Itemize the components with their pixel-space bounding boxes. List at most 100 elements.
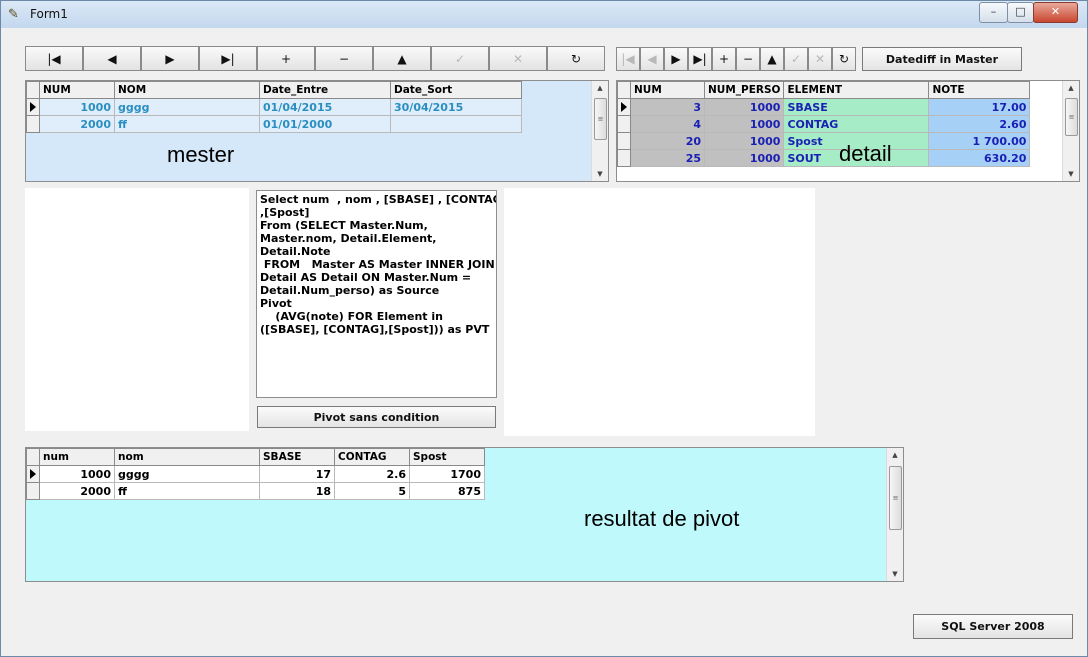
nav-delete-button[interactable]: −	[736, 47, 760, 71]
cell-spost[interactable]: 875	[409, 482, 485, 500]
cell-note[interactable]: 2.60	[928, 115, 1031, 133]
cell-num[interactable]: 4	[630, 115, 705, 133]
master-grid[interactable]: NUM NOM Date_Entre Date_Sort 1000 gggg 01/…	[25, 80, 609, 182]
cell-nom[interactable]: ff	[114, 115, 260, 133]
column-header[interactable]: NOTE	[928, 81, 1031, 99]
scroll-up-arrow[interactable]: ▲	[1063, 81, 1079, 95]
pivot-sans-condition-button[interactable]: Pivot sans condition	[257, 406, 496, 428]
close-button[interactable]: ✕	[1033, 2, 1078, 23]
row-indicator[interactable]	[26, 98, 40, 116]
row-indicator[interactable]	[26, 482, 40, 500]
result-vertical-scrollbar[interactable]: ▲ ≡ ▼	[886, 448, 903, 581]
cell-nom[interactable]: gggg	[114, 465, 260, 483]
nav-first-button[interactable]: |◀	[616, 47, 640, 71]
table-row[interactable]: 20 1000 Spost 1 700.00	[617, 132, 1031, 150]
cell-num[interactable]: 25	[630, 149, 705, 167]
row-indicator[interactable]	[617, 115, 631, 133]
row-indicator[interactable]	[617, 132, 631, 150]
cell-element[interactable]: SBASE	[783, 98, 930, 116]
cell-num-perso[interactable]: 1000	[703, 115, 785, 133]
cell-note[interactable]: 630.20	[928, 149, 1031, 167]
cell-contag[interactable]: 2.6	[334, 465, 410, 483]
column-header[interactable]: SBASE	[259, 448, 335, 466]
scroll-thumb[interactable]: ≡	[889, 466, 902, 530]
row-indicator[interactable]	[26, 465, 40, 483]
nav-cancel-button[interactable]: ✕	[808, 47, 832, 71]
cell-date-sort[interactable]	[390, 115, 522, 133]
scroll-thumb[interactable]: ≡	[594, 98, 607, 140]
column-header[interactable]: ELEMENT	[783, 81, 930, 99]
detail-vertical-scrollbar[interactable]: ▲ ≡ ▼	[1062, 81, 1079, 181]
cell-num-perso[interactable]: 1000	[703, 149, 785, 167]
nav-edit-button[interactable]: ▲	[760, 47, 784, 71]
nav-refresh-button[interactable]: ↻	[547, 46, 605, 71]
row-indicator[interactable]	[26, 115, 40, 133]
table-row[interactable]: 1000 gggg 01/04/2015 30/04/2015	[26, 98, 522, 116]
column-header[interactable]: NOM	[114, 81, 260, 99]
column-header[interactable]: Spost	[409, 448, 485, 466]
pivot-result-grid[interactable]: num nom SBASE CONTAG Spost 1000 gggg 17 2.6…	[25, 447, 904, 582]
column-header[interactable]: NUM	[39, 81, 115, 99]
nav-first-button[interactable]: |◀	[25, 46, 83, 71]
nav-post-button[interactable]: ✓	[784, 47, 808, 71]
cell-sbase[interactable]: 17	[259, 465, 335, 483]
table-row[interactable]: 25 1000 SOUT 630.20	[617, 149, 1031, 167]
column-header[interactable]: NUM	[630, 81, 705, 99]
sql-query-memo[interactable]: Select num , nom , [SBASE] , [CONTAG] ,[S…	[256, 190, 497, 398]
nav-edit-button[interactable]: ▲	[373, 46, 431, 71]
nav-next-button[interactable]: ▶	[141, 46, 199, 71]
column-header[interactable]: CONTAG	[334, 448, 410, 466]
cell-num[interactable]: 20	[630, 132, 705, 150]
cell-num[interactable]: 1000	[39, 98, 115, 116]
sql-server-2008-button[interactable]: SQL Server 2008	[913, 614, 1073, 639]
nav-refresh-button[interactable]: ↻	[832, 47, 856, 71]
nav-delete-button[interactable]: −	[315, 46, 373, 71]
cell-num[interactable]: 2000	[39, 482, 115, 500]
maximize-button[interactable]: □	[1007, 2, 1034, 23]
cell-num[interactable]: 3	[630, 98, 705, 116]
cell-nom[interactable]: ff	[114, 482, 260, 500]
scroll-down-arrow[interactable]: ▼	[1063, 167, 1079, 181]
datediff-in-master-button[interactable]: Datediff in Master	[862, 47, 1022, 71]
nav-last-button[interactable]: ▶|	[688, 47, 712, 71]
scroll-up-arrow[interactable]: ▲	[887, 448, 903, 462]
cell-date-entre[interactable]: 01/04/2015	[259, 98, 391, 116]
table-row[interactable]: 2000 ff 18 5 875	[26, 482, 485, 500]
table-row[interactable]: 1000 gggg 17 2.6 1700	[26, 465, 485, 483]
master-vertical-scrollbar[interactable]: ▲ ≡ ▼	[591, 81, 608, 181]
cell-note[interactable]: 17.00	[928, 98, 1031, 116]
column-header[interactable]: Date_Entre	[259, 81, 391, 99]
cell-date-entre[interactable]: 01/01/2000	[259, 115, 391, 133]
nav-cancel-button[interactable]: ✕	[489, 46, 547, 71]
cell-sbase[interactable]: 18	[259, 482, 335, 500]
cell-nom[interactable]: gggg	[114, 98, 260, 116]
nav-insert-button[interactable]: +	[712, 47, 736, 71]
cell-spost[interactable]: 1700	[409, 465, 485, 483]
row-indicator[interactable]	[617, 149, 631, 167]
nav-post-button[interactable]: ✓	[431, 46, 489, 71]
table-row[interactable]: 4 1000 CONTAG 2.60	[617, 115, 1031, 133]
column-header[interactable]: num	[39, 448, 115, 466]
row-indicator[interactable]	[617, 98, 631, 116]
column-header[interactable]: Date_Sort	[390, 81, 522, 99]
nav-prior-button[interactable]: ◀	[640, 47, 664, 71]
scroll-down-arrow[interactable]: ▼	[887, 567, 903, 581]
cell-date-sort[interactable]: 30/04/2015	[390, 98, 522, 116]
cell-num[interactable]: 2000	[39, 115, 115, 133]
nav-next-button[interactable]: ▶	[664, 47, 688, 71]
table-row[interactable]: 2000 ff 01/01/2000	[26, 115, 522, 133]
nav-prior-button[interactable]: ◀	[83, 46, 141, 71]
cell-note[interactable]: 1 700.00	[928, 132, 1031, 150]
column-header[interactable]: nom	[114, 448, 260, 466]
column-header[interactable]: NUM_PERSO	[703, 81, 785, 99]
minimize-button[interactable]: –	[979, 2, 1008, 23]
cell-num-perso[interactable]: 1000	[703, 132, 785, 150]
cell-num-perso[interactable]: 1000	[703, 98, 785, 116]
nav-last-button[interactable]: ▶|	[199, 46, 257, 71]
scroll-down-arrow[interactable]: ▼	[592, 167, 608, 181]
nav-insert-button[interactable]: +	[257, 46, 315, 71]
cell-contag[interactable]: 5	[334, 482, 410, 500]
scroll-thumb[interactable]: ≡	[1065, 98, 1078, 136]
table-row[interactable]: 3 1000 SBASE 17.00	[617, 98, 1031, 116]
title-bar[interactable]: ✎ Form1 – □ ✕	[1, 1, 1087, 28]
